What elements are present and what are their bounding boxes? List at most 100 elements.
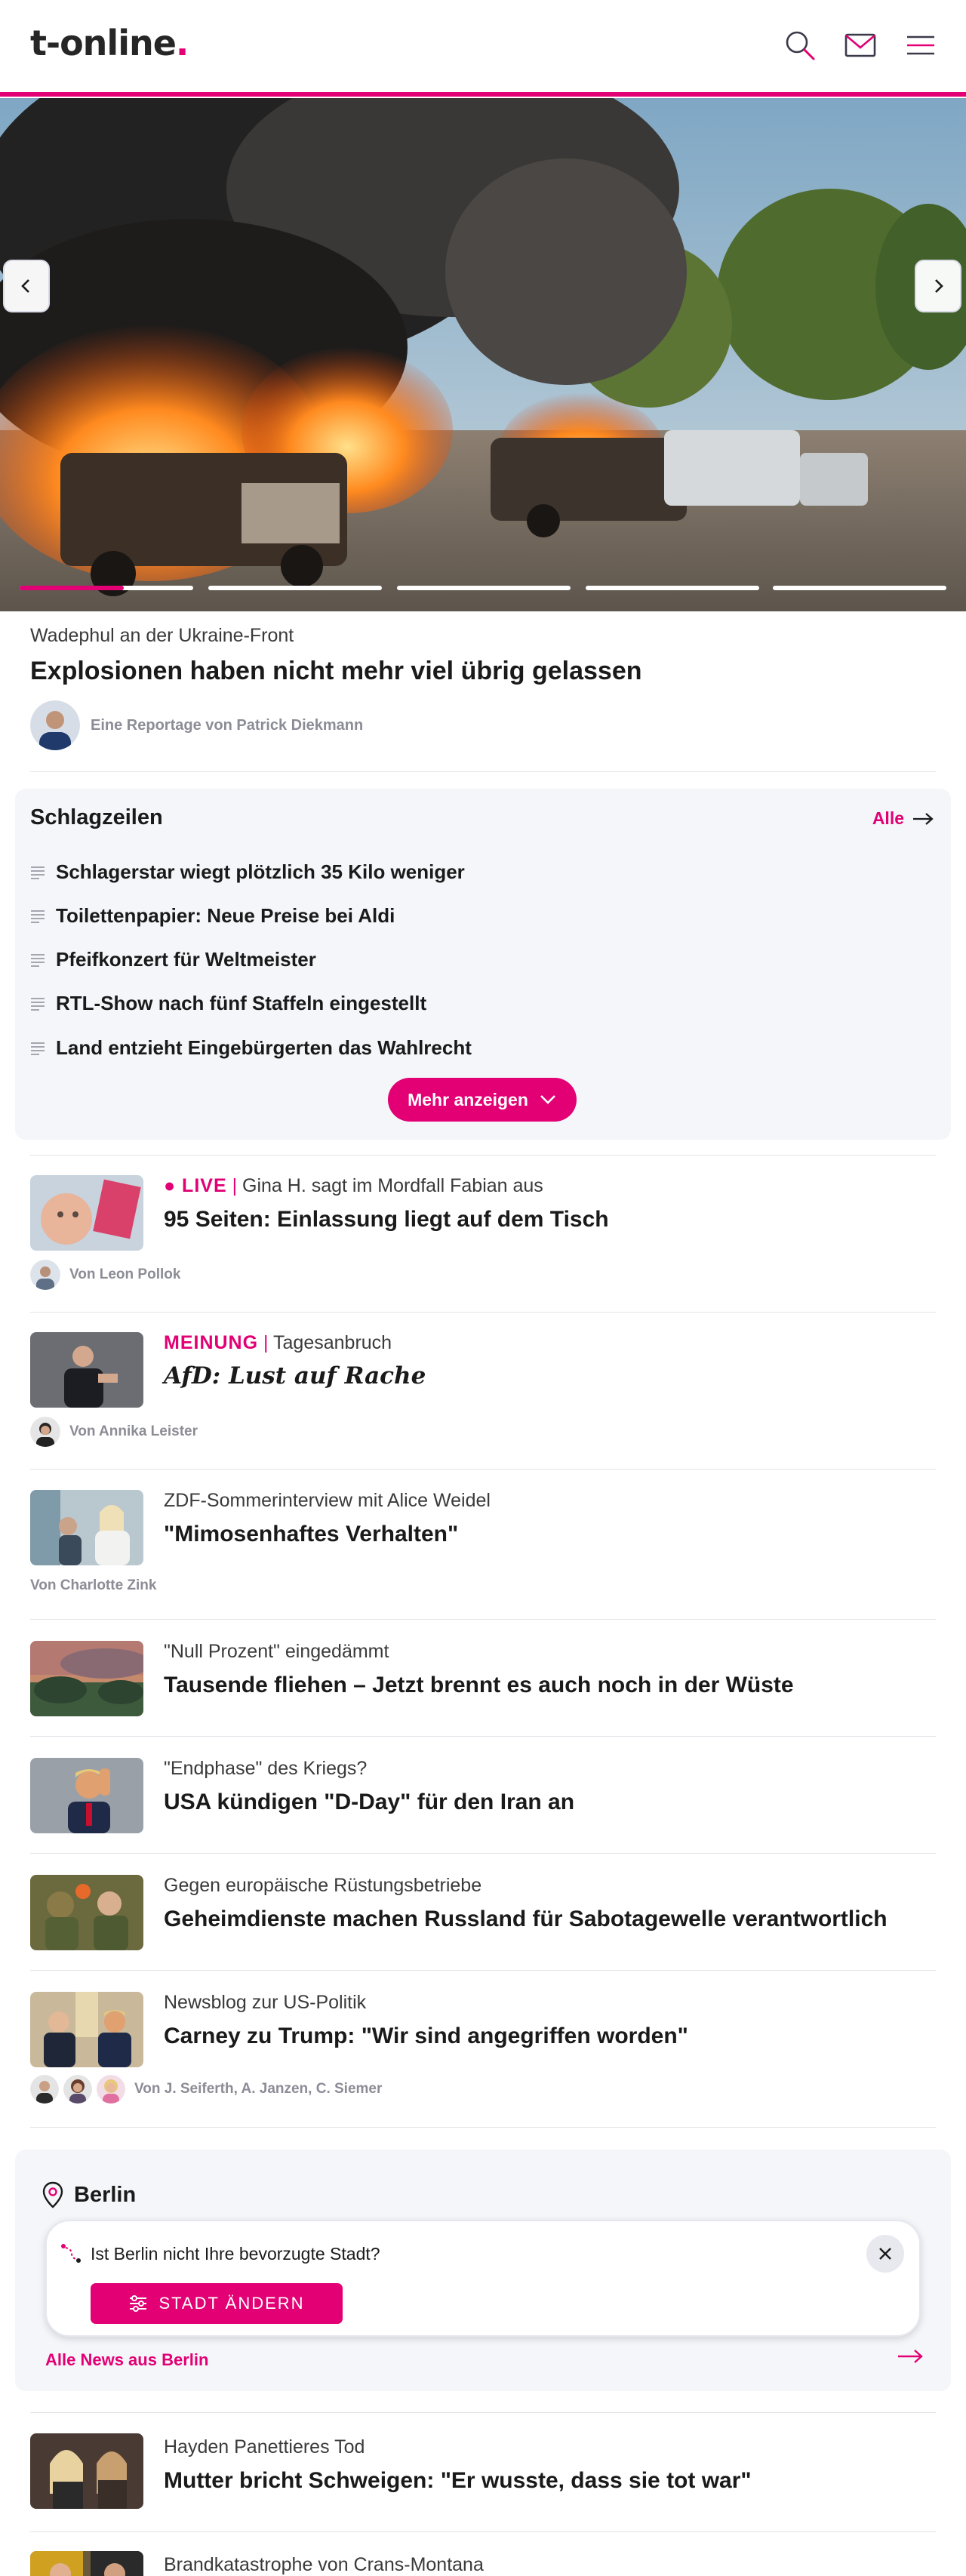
article-author: Von Leon Pollok [30,1260,180,1290]
menu-icon[interactable] [904,29,937,62]
headlines-box: Schlagzeilen Alle Schlagerstar wiegt plö… [15,789,951,1140]
divider [30,1736,936,1737]
close-icon [879,2248,891,2260]
hero-title[interactable]: Explosionen haben nicht mehr viel übrig … [30,657,642,686]
article-kicker: Hayden Panettieres Tod [164,2436,365,2458]
article-thumbnail [30,1490,143,1565]
article-author: Von J. Seiferth, A. Janzen, C. Siemer [30,2075,382,2104]
slide-progress-3[interactable] [397,586,571,590]
article-title[interactable]: Geheimdienste machen Russland für Sabota… [164,1907,888,1932]
chevron-right-icon [935,279,943,293]
article-kicker: Gegen europäische Rüstungsbetriebe [164,1875,482,1896]
headline-item[interactable]: Toilettenpapier: Neue Preise bei Aldi [30,904,395,928]
article-title[interactable]: USA kündigen "D-Day" für den Iran an [164,1790,574,1815]
chevron-down-icon [540,1095,555,1104]
search-icon[interactable] [783,29,817,62]
author-avatar [30,1260,60,1290]
article-thumbnail [30,1992,143,2067]
article-thumbnail [30,1641,143,1716]
text-lines-icon [31,866,45,879]
article-author: Von Charlotte Zink [30,1577,157,1593]
article-thumbnail [30,2551,143,2576]
close-button[interactable] [866,2235,904,2273]
article-teaser[interactable]: Hayden Panettieres Tod Mutter bricht Sch… [30,2433,936,2516]
site-header: t-online. [0,0,966,97]
text-lines-icon [31,909,45,923]
article-thumbnail [30,2433,143,2509]
divider [30,1155,936,1156]
article-teaser[interactable]: ● LIVE | Gina H. sagt im Mordfall Fabian… [30,1174,936,1290]
change-city-button[interactable]: STADT ÄNDERN [91,2283,343,2324]
headlines-title: Schlagzeilen [30,805,163,829]
article-kicker: Brandkatastrophe von Crans-Montana [164,2554,484,2575]
more-headlines-button[interactable]: Mehr anzeigen [388,1078,577,1122]
article-title[interactable]: Carney zu Trump: "Wir sind angegriffen w… [164,2024,688,2049]
headline-item[interactable]: RTL-Show nach fünf Staffeln eingestellt [30,992,426,1015]
article-thumbnail [30,1332,143,1408]
hero-teaser[interactable]: Wadephul an der Ukraine-Front Explosione… [15,613,951,771]
article-teaser[interactable]: Newsblog zur US-Politik Carney zu Trump:… [30,1990,936,2104]
divider [30,1469,936,1470]
local-news-title: Berlin [42,2181,136,2208]
hero-image[interactable] [0,98,966,611]
t-online-logo[interactable]: t-online. [30,23,189,63]
arrow-right-icon [913,812,934,825]
headlines-all-link[interactable]: Alle [872,808,934,829]
slider-prev-button[interactable] [3,260,50,312]
local-news-box: Berlin Ist Berlin nicht Ihre bevorzugte … [15,2150,951,2391]
text-lines-icon [31,997,45,1011]
article-thumbnail [30,1875,143,1950]
city-change-prompt: Ist Berlin nicht Ihre bevorzugte Stadt? … [45,2220,921,2337]
author-avatar [97,2075,125,2104]
author-avatar [30,700,80,750]
chevron-left-icon [21,279,29,293]
headline-item[interactable]: Pfeifkonzert für Weltmeister [30,948,316,971]
article-title[interactable]: Mutter bricht Schweigen: "Er wusste, das… [164,2468,752,2494]
slide-progress-2[interactable] [208,586,382,590]
article-kicker: ZDF-Sommerinterview mit Alice Weidel [164,1490,491,1511]
route-icon [61,2244,81,2263]
article-teaser[interactable]: Brandkatastrophe von Crans-Montana [30,2551,936,2576]
article-teaser[interactable]: ZDF-Sommerinterview mit Alice Weidel "Mi… [30,1488,936,1602]
article-kicker: "Null Prozent" eingedämmt [164,1641,389,1662]
article-teaser[interactable]: MEINUNG | Tagesanbruch AfD: Lust auf Rac… [30,1331,936,1447]
divider [30,1312,936,1313]
divider [30,1619,936,1620]
text-lines-icon [31,953,45,967]
slide-progress-1[interactable] [20,586,193,590]
article-teaser[interactable]: "Endphase" des Kriegs? USA kündigen "D-D… [30,1756,936,1839]
hero-author: Eine Reportage von Patrick Diekmann [30,700,363,750]
divider [30,2412,936,2413]
article-kicker: "Endphase" des Kriegs? [164,1758,368,1779]
slider-next-button[interactable] [915,260,961,312]
slide-progress-5[interactable] [773,586,946,590]
slide-progress-4[interactable] [586,586,759,590]
sliders-icon [130,2295,147,2312]
arrow-right-icon[interactable] [897,2347,924,2365]
article-thumbnail [30,1758,143,1833]
mail-icon[interactable] [844,29,877,62]
burning-cars-photo [0,98,966,611]
article-teaser[interactable]: "Null Prozent" eingedämmt Tausende flieh… [30,1639,936,1722]
all-city-news-link[interactable]: Alle News aus Berlin [45,2350,208,2370]
text-lines-icon [31,1042,45,1055]
divider [30,1970,936,1971]
article-thumbnail [30,1175,143,1251]
city-question: Ist Berlin nicht Ihre bevorzugte Stadt? [91,2244,380,2264]
article-kicker: ● LIVE | Gina H. sagt im Mordfall Fabian… [164,1175,543,1196]
hero-kicker: Wadephul an der Ukraine-Front [30,625,294,646]
article-author: Von Annika Leister [30,1417,198,1447]
article-kicker: Newsblog zur US-Politik [164,1992,367,2013]
headline-item[interactable]: Land entzieht Eingebürgerten das Wahlrec… [30,1036,472,1060]
article-title[interactable]: Tausende fliehen – Jetzt brennt es auch … [164,1673,794,1698]
divider [30,2531,936,2532]
author-avatar [30,2075,59,2104]
article-title[interactable]: 95 Seiten: Einlassung liegt auf dem Tisc… [164,1207,609,1233]
article-title[interactable]: AfD: Lust auf Rache [164,1362,426,1390]
divider [30,1853,936,1854]
author-avatar [30,1417,60,1447]
article-teaser[interactable]: Gegen europäische Rüstungsbetriebe Gehei… [30,1873,936,1956]
article-kicker: MEINUNG | Tagesanbruch [164,1332,392,1353]
headline-item[interactable]: Schlagerstar wiegt plötzlich 35 Kilo wen… [30,860,465,884]
article-title[interactable]: "Mimosenhaftes Verhalten" [164,1522,458,1547]
